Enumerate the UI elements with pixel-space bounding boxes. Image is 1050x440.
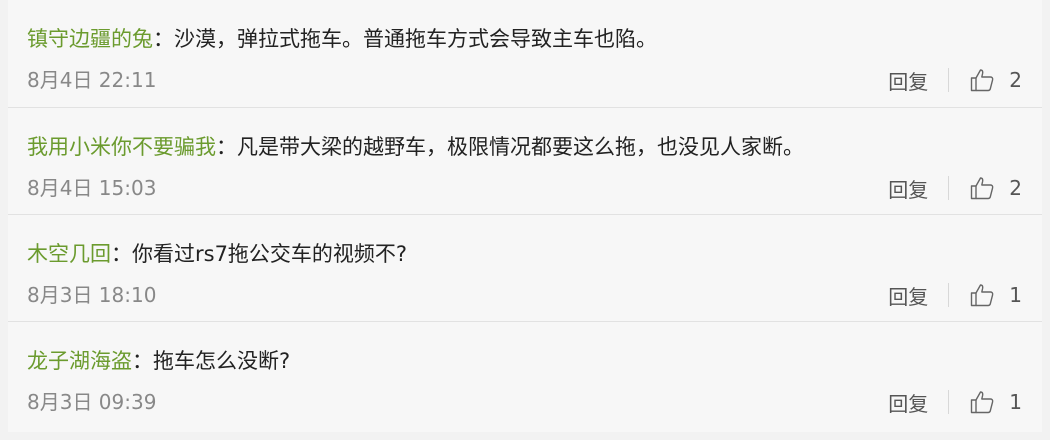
- thumbs-up-icon: [971, 284, 994, 307]
- comment-list: 镇守边疆的兔：沙漠，弹拉式拖车。普通拖车方式会导致主车也陷。 8月4日 22:1…: [8, 0, 1042, 432]
- action-divider: [948, 68, 950, 92]
- thumbs-up-icon: [971, 391, 994, 414]
- comment-time: 8月4日 15:03: [27, 176, 157, 200]
- comment-username[interactable]: 龙子湖海盗: [27, 349, 132, 373]
- comment-item: 龙子湖海盗：拖车怎么没断? 8月3日 09:39 回复 1: [8, 322, 1042, 433]
- like-button[interactable]: 2: [969, 175, 1022, 201]
- comment-time: 8月4日 22:11: [27, 68, 157, 92]
- comment-actions: 回复 1: [888, 387, 1022, 417]
- action-divider: [948, 390, 950, 414]
- comment-text: 沙漠，弹拉式拖车。普通拖车方式会导致主车也陷。: [174, 27, 657, 51]
- comment-line: 镇守边疆的兔：沙漠，弹拉式拖车。普通拖车方式会导致主车也陷。: [27, 24, 657, 54]
- comment-username[interactable]: 木空几回: [27, 242, 111, 266]
- comment-meta: 8月3日 09:39 回复 1: [27, 387, 1022, 417]
- like-button[interactable]: 2: [969, 67, 1022, 93]
- comment-separator: ：: [216, 135, 237, 159]
- reply-button[interactable]: 回复: [888, 174, 928, 203]
- comment-actions: 回复 2: [888, 65, 1022, 95]
- comment-time: 8月3日 09:39: [27, 390, 157, 414]
- comment-line: 我用小米你不要骗我：凡是带大梁的越野车，极限情况都要这么拖，也没见人家断。: [27, 132, 804, 162]
- action-divider: [948, 176, 950, 200]
- comment-text: 你看过rs7拖公交车的视频不?: [132, 242, 408, 266]
- comment-time: 8月3日 18:10: [27, 283, 157, 307]
- like-count: 1: [1009, 283, 1022, 307]
- like-button[interactable]: 1: [969, 389, 1022, 415]
- like-button[interactable]: 1: [969, 282, 1022, 308]
- comment-separator: ：: [111, 242, 132, 266]
- reply-button[interactable]: 回复: [888, 281, 928, 310]
- comment-item: 木空几回：你看过rs7拖公交车的视频不? 8月3日 18:10 回复 1: [8, 215, 1042, 322]
- comment-item: 我用小米你不要骗我：凡是带大梁的越野车，极限情况都要这么拖，也没见人家断。 8月…: [8, 108, 1042, 215]
- comment-line: 龙子湖海盗：拖车怎么没断?: [27, 346, 290, 376]
- comment-meta: 8月4日 15:03 回复 2: [27, 173, 1022, 203]
- comment-separator: ：: [132, 349, 153, 373]
- thumbs-up-icon: [971, 69, 994, 92]
- action-divider: [948, 283, 950, 307]
- like-count: 1: [1009, 390, 1022, 414]
- comment-actions: 回复 1: [888, 280, 1022, 310]
- like-count: 2: [1009, 176, 1022, 200]
- comment-separator: ：: [153, 27, 174, 51]
- comment-line: 木空几回：你看过rs7拖公交车的视频不?: [27, 239, 407, 269]
- comment-meta: 8月3日 18:10 回复 1: [27, 280, 1022, 310]
- comment-text: 拖车怎么没断?: [153, 349, 291, 373]
- like-count: 2: [1009, 68, 1022, 92]
- comment-actions: 回复 2: [888, 173, 1022, 203]
- comment-meta: 8月4日 22:11 回复 2: [27, 65, 1022, 95]
- reply-button[interactable]: 回复: [888, 388, 928, 417]
- comment-text: 凡是带大梁的越野车，极限情况都要这么拖，也没见人家断。: [237, 135, 804, 159]
- comment-username[interactable]: 我用小米你不要骗我: [27, 135, 216, 159]
- reply-button[interactable]: 回复: [888, 66, 928, 95]
- comment-item: 镇守边疆的兔：沙漠，弹拉式拖车。普通拖车方式会导致主车也陷。 8月4日 22:1…: [8, 0, 1042, 108]
- thumbs-up-icon: [971, 177, 994, 200]
- comment-username[interactable]: 镇守边疆的兔: [27, 27, 153, 51]
